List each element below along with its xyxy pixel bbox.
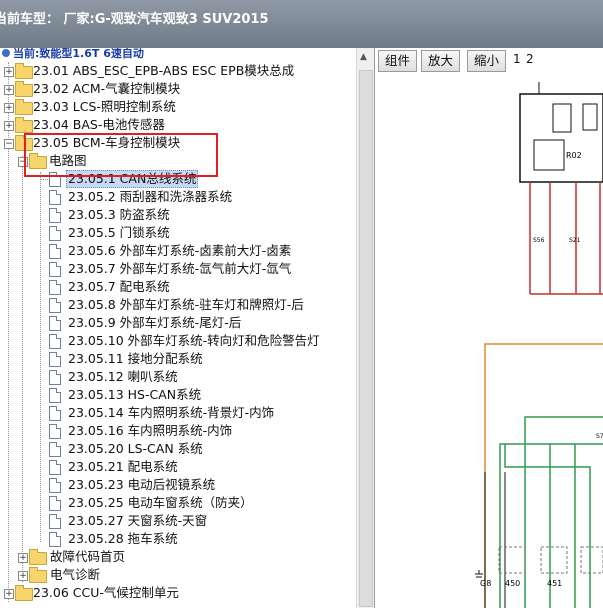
document-icon	[49, 406, 61, 421]
collapse-icon[interactable]: −	[4, 139, 14, 149]
tree-item-ccu[interactable]: + 23.06 CCU-气候控制单元	[0, 584, 356, 602]
tree-panel[interactable]: 当前:致能型1.6T 6速自动 + 23.01 ABS_ESC_EPB-ABS …	[0, 48, 356, 608]
document-icon	[49, 460, 61, 475]
tree-item-halogen[interactable]: 23.05.6 外部车灯系统-卤素前大灯-卤素	[0, 242, 356, 260]
fuse-block	[552, 103, 572, 133]
tree-item-doorlock[interactable]: 23.05.5 门锁系统	[0, 224, 356, 242]
expand-icon[interactable]: +	[4, 103, 14, 113]
highlight-box	[24, 133, 218, 177]
expand-icon[interactable]: +	[4, 85, 14, 95]
zoom-out-button[interactable]: 缩小	[467, 50, 507, 72]
document-icon	[49, 442, 61, 457]
expand-icon[interactable]: +	[4, 67, 14, 77]
document-icon	[49, 334, 61, 349]
folder-icon	[29, 567, 47, 583]
document-icon	[49, 370, 61, 385]
tree-item-hscan[interactable]: 23.05.13 HS-CAN系统	[0, 386, 356, 404]
fuse-block	[582, 103, 598, 131]
wiring-diagram: R02 S56 S21 S7 G8 450 451	[475, 82, 603, 608]
tree-item-abs[interactable]: + 23.01 ABS_ESC_EPB-ABS ESC EPB模块总成	[0, 62, 356, 80]
scrollbar-thumb[interactable]	[359, 70, 373, 607]
tree-item-taillight[interactable]: 23.05.9 外部车灯系统-尾灯-后	[0, 314, 356, 332]
tree-item-turn[interactable]: 23.05.10 外部车灯系统-转向灯和危险警告灯	[0, 332, 356, 350]
document-icon	[49, 532, 61, 547]
tree-item-sunroof[interactable]: 23.05.27 天窗系统-天窗	[0, 512, 356, 530]
folder-icon	[15, 585, 33, 601]
splice-label: S21	[569, 237, 581, 244]
expand-icon[interactable]: +	[4, 121, 14, 131]
splice-label: S56	[533, 237, 545, 244]
document-icon	[49, 244, 61, 259]
folder-icon	[15, 99, 33, 115]
document-icon	[49, 316, 61, 331]
tree-item-antitheft[interactable]: 23.05.3 防盗系统	[0, 206, 356, 224]
car-icon	[2, 49, 10, 57]
document-icon	[49, 298, 61, 313]
tree-item-power1[interactable]: 23.05.7 配电系统	[0, 278, 356, 296]
tree-item-xenon[interactable]: 23.05.7 外部车灯系统-氙气前大灯-氙气	[0, 260, 356, 278]
document-icon	[49, 208, 61, 223]
tree-item-lscan[interactable]: 23.05.20 LS-CAN 系统	[0, 440, 356, 458]
tree-item-parking[interactable]: 23.05.8 外部车灯系统-驻车灯和牌照灯-后	[0, 296, 356, 314]
zoom-in-button[interactable]: 放大	[421, 50, 461, 72]
title-bar: 当前车型： 厂家:G-观致汽车观致3 SUV2015	[0, 0, 603, 48]
document-icon	[49, 424, 61, 439]
connector-label: 450	[505, 579, 520, 588]
tree-guide	[40, 179, 48, 180]
folder-icon	[15, 81, 33, 97]
connector-label: 451	[547, 579, 562, 588]
folder-icon	[15, 117, 33, 133]
splice-label: S7	[596, 433, 603, 440]
document-icon	[49, 280, 61, 295]
tree-item-acm[interactable]: + 23.02 ACM-气囊控制模块	[0, 80, 356, 98]
wire-green	[524, 416, 603, 608]
folder-icon	[29, 549, 47, 565]
tree-item-bas[interactable]: + 23.04 BAS-电池传感器	[0, 116, 356, 134]
expand-icon[interactable]: +	[18, 553, 28, 563]
ground-icon	[475, 570, 483, 578]
wire-orange	[484, 343, 603, 608]
tree-item-mirror[interactable]: 23.05.23 电动后视镜系统	[0, 476, 356, 494]
document-icon	[49, 496, 61, 511]
tree-item-lcs[interactable]: + 23.03 LCS-照明控制系统	[0, 98, 356, 116]
relay-label: R02	[566, 151, 582, 160]
tree-item-power2[interactable]: 23.05.21 配电系统	[0, 458, 356, 476]
page-1-link[interactable]: 1	[513, 52, 521, 66]
expand-icon[interactable]: +	[18, 571, 28, 581]
tree-item-trailer[interactable]: 23.05.28 拖车系统	[0, 530, 356, 548]
connector	[580, 546, 603, 574]
tree-item-diag[interactable]: + 电气诊断	[0, 566, 356, 584]
relay-block	[533, 139, 565, 171]
tree-item-ground[interactable]: 23.05.11 接地分配系统	[0, 350, 356, 368]
expand-icon[interactable]: +	[4, 589, 14, 599]
tree-item-dtc[interactable]: + 故障代码首页	[0, 548, 356, 566]
component-button[interactable]: 组件	[378, 50, 418, 72]
page-2-link[interactable]: 2	[526, 52, 534, 66]
current-model-label: 当前:致能型1.6T 6速自动	[0, 48, 144, 63]
document-icon	[49, 262, 61, 277]
tree-item-bglight[interactable]: 23.05.14 车内照明系统-背景灯-内饰	[0, 404, 356, 422]
connector	[498, 546, 526, 574]
folder-icon	[15, 63, 33, 79]
tree-item-wiper[interactable]: 23.05.2 雨刮器和洗涤器系统	[0, 188, 356, 206]
scroll-up-icon[interactable]: ▲	[360, 52, 367, 62]
tree-item-interior[interactable]: 23.05.16 车内照明系统-内饰	[0, 422, 356, 440]
document-icon	[49, 514, 61, 529]
document-icon	[49, 388, 61, 403]
document-icon	[49, 478, 61, 493]
connector	[540, 546, 568, 574]
document-icon	[49, 352, 61, 367]
document-icon	[49, 190, 61, 205]
document-icon	[49, 226, 61, 241]
ground-label: G8	[480, 579, 491, 588]
tree-item-window[interactable]: 23.05.25 电动车窗系统（防夹）	[0, 494, 356, 512]
tree-item-horn[interactable]: 23.05.12 喇叭系统	[0, 368, 356, 386]
window-title: 当前车型： 厂家:G-观致汽车观致3 SUV2015	[0, 12, 269, 27]
tree-scrollbar[interactable]: ▲	[356, 48, 374, 608]
fuse-box	[519, 93, 603, 183]
